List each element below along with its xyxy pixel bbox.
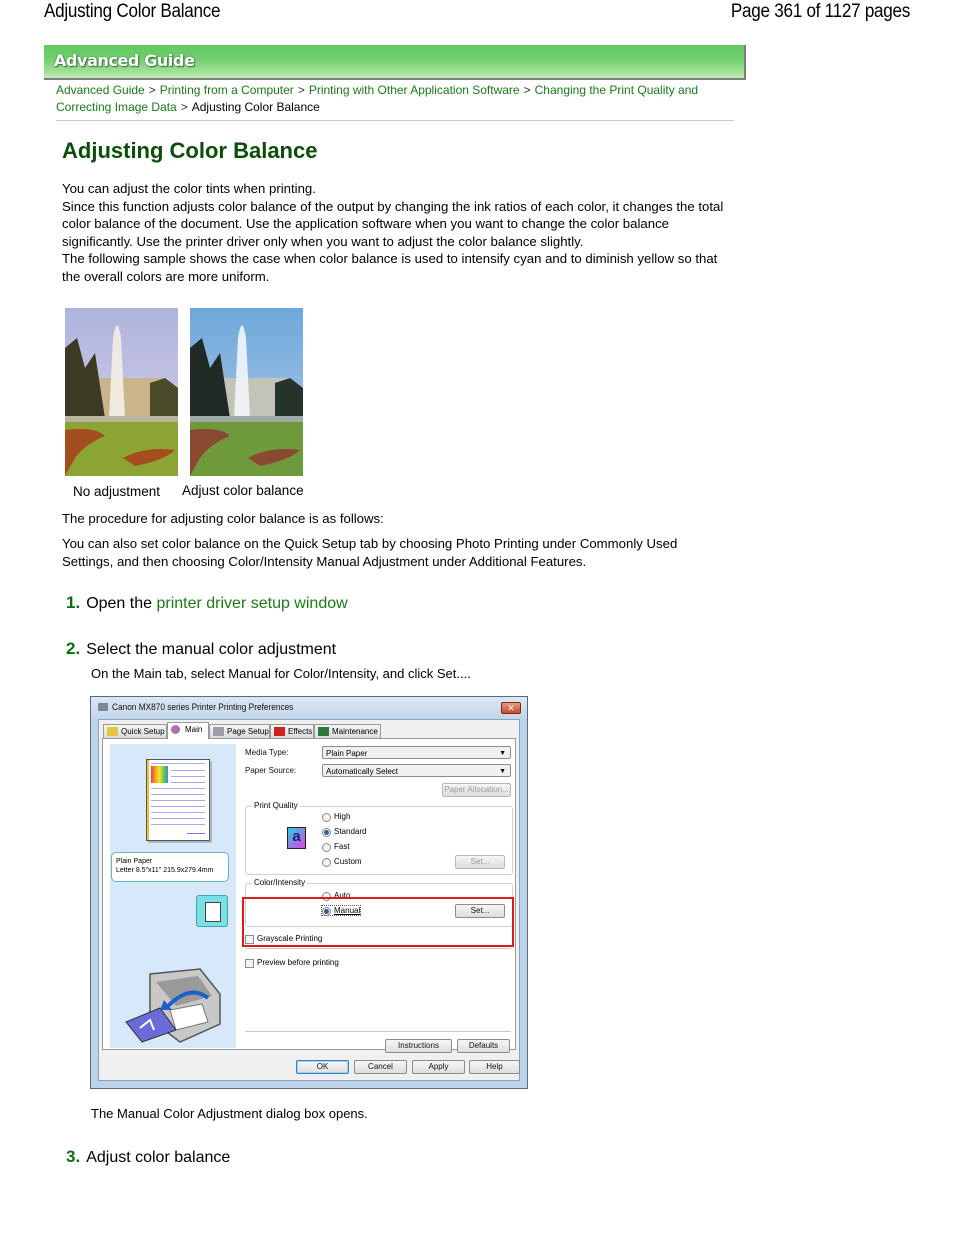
- printer-icon: [98, 703, 108, 711]
- tab-label: Effects: [288, 727, 313, 736]
- dialog-body: Quick Setup Main Page Setup Effects Main…: [98, 719, 520, 1081]
- breadcrumb-divider: [56, 120, 734, 121]
- divider: [245, 1031, 511, 1032]
- effects-icon: [274, 727, 285, 736]
- printer-preferences-dialog: Canon MX870 series Printer Printing Pref…: [90, 696, 528, 1089]
- preview-checkbox[interactable]: Preview before printing: [245, 958, 339, 968]
- intro-paragraph: Since this function adjusts color balanc…: [62, 198, 724, 249]
- breadcrumb-link[interactable]: Advanced Guide: [56, 83, 145, 97]
- tab-label: Maintenance: [332, 727, 378, 736]
- paper-source-label: Paper Source:: [245, 766, 297, 775]
- quick-setup-icon: [107, 727, 118, 736]
- note-text: You can also set color balance on the Qu…: [62, 536, 678, 569]
- breadcrumb: Advanced Guide > Printing from a Computer >…: [56, 82, 746, 116]
- apply-button[interactable]: Apply: [412, 1060, 465, 1074]
- printer-illustration-icon: [125, 968, 221, 1043]
- paper-info-box: Plain Paper Letter 8.5"x11" 215.9x279.4m…: [111, 852, 229, 882]
- page-setup-icon: [213, 727, 224, 736]
- paper-source-value: Automatically Select: [326, 767, 399, 776]
- breadcrumb-link[interactable]: Printing with Other Application Software: [309, 83, 520, 97]
- main-icon: [171, 725, 180, 734]
- media-type-value: Plain Paper: [326, 749, 368, 758]
- advanced-guide-banner: Advanced Guide: [44, 45, 746, 80]
- breadcrumb-separator: >: [148, 83, 156, 97]
- breadcrumb-link[interactable]: Printing from a Computer: [160, 83, 294, 97]
- help-button[interactable]: Help: [469, 1060, 520, 1074]
- breadcrumb-separator: >: [523, 83, 531, 97]
- intro-paragraph: The following sample shows the case when…: [62, 251, 718, 284]
- sample-caption: Adjust color balance: [182, 483, 304, 498]
- paper-type-text: Plain Paper: [116, 858, 153, 865]
- close-button[interactable]: ✕: [501, 702, 521, 714]
- breadcrumb-current: Adjusting Color Balance: [191, 100, 320, 114]
- tab-maintenance[interactable]: Maintenance: [314, 724, 381, 738]
- preview-pane: Plain Paper Letter 8.5"x11" 215.9x279.4m…: [110, 744, 236, 1048]
- dialog-title: Canon MX870 series Printer Printing Pref…: [112, 702, 294, 712]
- step-number: 1.: [66, 593, 81, 612]
- chevron-down-icon: ▼: [499, 768, 506, 775]
- tab-page-setup[interactable]: Page Setup: [209, 724, 270, 738]
- step-result-text: The Manual Color Adjustment dialog box o…: [91, 1106, 368, 1121]
- page-preview: [146, 759, 210, 841]
- intro-paragraph: You can adjust the color tints when prin…: [62, 181, 316, 196]
- defaults-button[interactable]: Defaults: [457, 1039, 510, 1053]
- grayscale-checkbox[interactable]: Grayscale Printing: [245, 934, 322, 944]
- breadcrumb-separator: >: [180, 100, 188, 114]
- step-text: Adjust color balance: [86, 1149, 231, 1166]
- dialog-title-bar: Canon MX870 series Printer Printing Pref…: [91, 697, 527, 719]
- paper-allocation-button[interactable]: Paper Allocation...: [442, 783, 511, 797]
- chevron-down-icon: ▼: [499, 750, 506, 757]
- tab-main[interactable]: Main: [167, 722, 209, 739]
- sample-image-adjusted: [190, 308, 303, 476]
- tab-label: Quick Setup: [121, 727, 165, 736]
- main-tab-panel: Plain Paper Letter 8.5"x11" 215.9x279.4m…: [102, 738, 516, 1053]
- sample-image-no-adjustment: [65, 308, 178, 476]
- quality-set-button[interactable]: Set...: [455, 855, 505, 869]
- quality-fast-radio[interactable]: Fast: [322, 842, 350, 852]
- tab-effects[interactable]: Effects: [270, 724, 314, 738]
- page-title: Adjusting Color Balance: [62, 138, 318, 163]
- page-count: Page 361 of 1127 pages: [730, 1, 910, 22]
- step-text: Open the: [86, 595, 157, 612]
- instructions-button[interactable]: Instructions: [385, 1039, 452, 1053]
- color-intensity-label: Color/Intensity: [252, 878, 308, 887]
- quality-standard-radio[interactable]: Standard: [322, 827, 366, 837]
- media-type-label: Media Type:: [245, 748, 289, 757]
- divider: [245, 948, 511, 949]
- print-quality-label: Print Quality: [252, 801, 300, 810]
- paper-source-select[interactable]: Automatically Select ▼: [322, 764, 511, 777]
- print-quality-group: Print Quality a High Standard Fast Custo…: [245, 801, 513, 875]
- quality-icon: a: [287, 827, 306, 849]
- step-3: 3. Adjust color balance: [66, 1147, 230, 1167]
- page-header-title: Adjusting Color Balance: [44, 1, 221, 22]
- ok-button[interactable]: OK: [296, 1060, 349, 1074]
- sample-caption: No adjustment: [73, 484, 161, 499]
- banner-label: Advanced Guide: [54, 51, 195, 70]
- breadcrumb-separator: >: [297, 83, 305, 97]
- procedure-intro: The procedure for adjusting color balanc…: [62, 511, 384, 526]
- paper-size-text: Letter 8.5"x11" 215.9x279.4mm: [116, 867, 214, 874]
- tab-quick-setup[interactable]: Quick Setup: [103, 724, 167, 738]
- tab-label: Main: [185, 725, 203, 734]
- intro-text: You can adjust the color tints when prin…: [62, 180, 732, 286]
- maintenance-icon: [318, 727, 329, 736]
- media-type-select[interactable]: Plain Paper ▼: [322, 746, 511, 759]
- step-number: 3.: [66, 1147, 81, 1166]
- step-1: 1. Open the printer driver setup window: [66, 593, 348, 613]
- step-description: On the Main tab, select Manual for Color…: [91, 666, 471, 681]
- tab-label: Page Setup: [227, 727, 269, 736]
- step-2: 2. Select the manual color adjustment: [66, 639, 336, 659]
- orientation-button[interactable]: [196, 895, 228, 927]
- step-text: Select the manual color adjustment: [86, 641, 337, 658]
- quality-custom-radio[interactable]: Custom: [322, 857, 362, 867]
- quality-high-radio[interactable]: High: [322, 812, 350, 822]
- cancel-button[interactable]: Cancel: [354, 1060, 407, 1074]
- step-number: 2.: [66, 639, 81, 658]
- printer-driver-setup-link[interactable]: printer driver setup window: [156, 595, 347, 612]
- page-header: Adjusting Color Balance Page 361 of 1127…: [0, 0, 954, 30]
